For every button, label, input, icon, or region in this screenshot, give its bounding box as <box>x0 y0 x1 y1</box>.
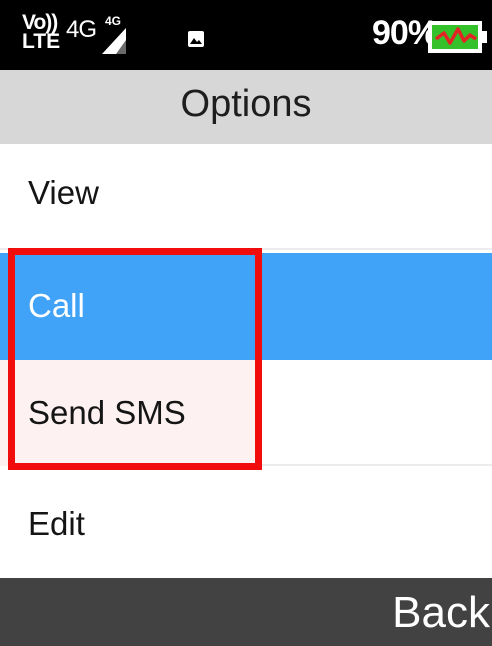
signal-bars-icon <box>102 28 126 54</box>
menu-item-send-sms[interactable]: Send SMS <box>0 360 492 466</box>
status-bar: Vo)) LTE 4G 4G 90% <box>0 0 492 70</box>
signal-network-type: 4G <box>105 14 122 28</box>
menu-item-view[interactable]: View <box>0 144 492 250</box>
lte-label: LTE <box>22 30 61 53</box>
softkey-bar: Back <box>0 578 492 646</box>
volte-indicator: Vo)) LTE <box>22 12 62 52</box>
menu-item-label: Edit <box>28 505 85 542</box>
network-type: 4G <box>66 16 97 43</box>
battery-charging-icon <box>428 21 487 53</box>
menu-item-label: Call <box>28 287 85 324</box>
header: Options <box>0 70 492 144</box>
menu-item-label: Send SMS <box>28 394 186 431</box>
menu-item-label: View <box>28 174 99 211</box>
image-icon <box>188 31 204 47</box>
menu-item-edit[interactable]: Edit <box>0 469 492 577</box>
back-softkey[interactable]: Back <box>392 588 490 638</box>
page-title: Options <box>180 83 312 125</box>
menu-item-call[interactable]: Call <box>0 253 492 360</box>
